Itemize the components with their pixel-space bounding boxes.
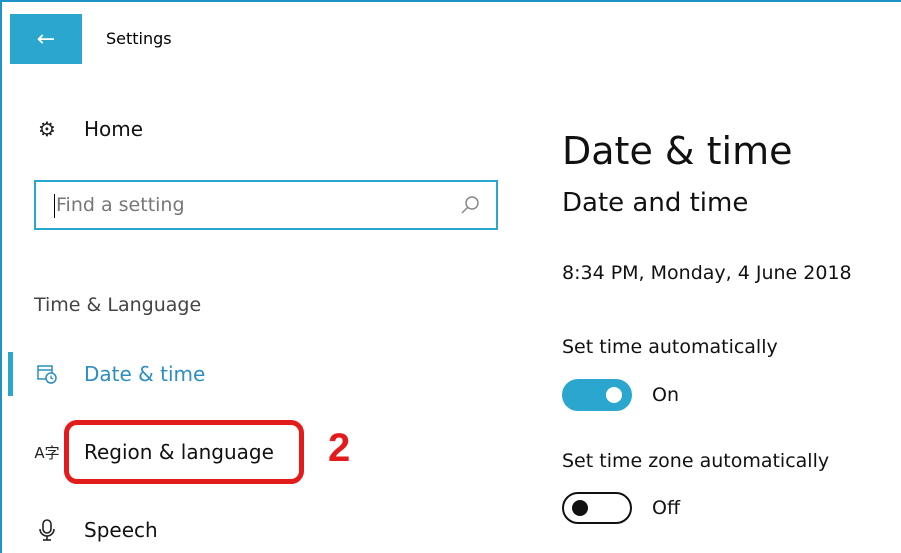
- selection-indicator: [8, 352, 13, 396]
- search-input[interactable]: Find a setting: [34, 180, 498, 230]
- toggle-knob: [606, 387, 622, 403]
- microphone-icon: [34, 517, 60, 543]
- set-time-auto-toggle[interactable]: [562, 379, 632, 411]
- text-caret: [54, 194, 55, 218]
- language-icon: A字: [34, 443, 60, 462]
- set-timezone-auto-state: Off: [652, 497, 681, 519]
- set-timezone-auto-label: Set time zone automatically: [562, 450, 830, 472]
- sidebar-item-label: Date & time: [84, 362, 206, 386]
- search-icon[interactable]: [458, 193, 482, 217]
- sidebar-item-label: Home: [84, 117, 144, 141]
- sidebar-item-speech[interactable]: Speech: [34, 510, 494, 550]
- back-button[interactable]: ←: [10, 14, 82, 64]
- set-timezone-auto-toggle[interactable]: [562, 492, 632, 524]
- sidebar-item-label: Speech: [84, 518, 158, 542]
- title-bar: ← Settings: [2, 2, 901, 70]
- sidebar-item-home[interactable]: ⚙ Home: [34, 112, 494, 146]
- section-title: Date and time: [562, 188, 749, 218]
- toggle-knob: [572, 500, 588, 516]
- set-time-auto-state: On: [652, 384, 679, 406]
- arrow-left-icon: ←: [36, 26, 56, 52]
- section-label: Time & Language: [34, 294, 202, 316]
- annotation-highlight-box: [64, 420, 304, 484]
- window-title: Settings: [106, 29, 172, 48]
- set-time-auto-label: Set time automatically: [562, 336, 778, 358]
- sidebar-item-date-time[interactable]: Date & time: [34, 354, 494, 394]
- current-datetime: 8:34 PM, Monday, 4 June 2018: [562, 262, 852, 284]
- page-title: Date & time: [562, 129, 793, 174]
- annotation-step-number: 2: [328, 426, 351, 470]
- gear-icon: ⚙: [38, 117, 56, 141]
- search-placeholder: Find a setting: [56, 194, 185, 216]
- calendar-clock-icon: [34, 361, 60, 387]
